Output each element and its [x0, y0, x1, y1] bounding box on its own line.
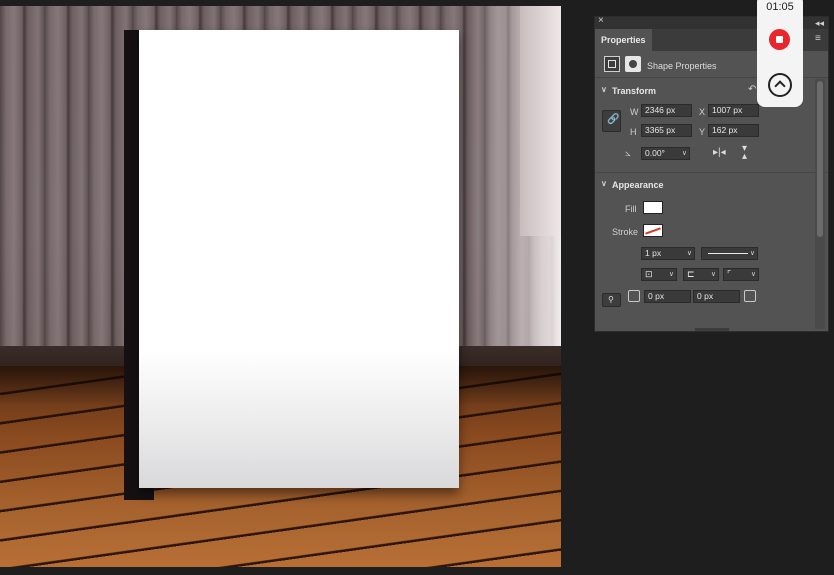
width-field[interactable]: 2346 px	[641, 104, 692, 117]
shape-bounds-icon[interactable]	[604, 56, 620, 72]
flip-horizontal-icon[interactable]: ▸|◂	[713, 147, 726, 158]
chevron-down-icon: ∨	[749, 250, 755, 257]
stroke-style-dropdown[interactable]: ∨	[701, 247, 758, 260]
shape-properties-label: Shape Properties	[647, 61, 717, 71]
stroke-align-dropdown[interactable]: ⊡ ∨	[641, 268, 677, 281]
angle-dropdown[interactable]: 0.00° ∨	[641, 147, 690, 160]
chevron-down-icon: ∨	[668, 271, 674, 278]
collapse-panels-icon[interactable]: ◂◂	[815, 18, 824, 29]
window-frame	[520, 6, 561, 236]
y-field[interactable]: 162 px	[708, 124, 759, 137]
angle-value: 0.00°	[645, 148, 665, 158]
link-dimensions-button[interactable]: 🔗	[602, 110, 621, 132]
stroke-style-line	[708, 253, 748, 254]
corner-radius-field-1[interactable]: 0 px	[644, 290, 691, 303]
stroke-width-dropdown[interactable]: 1 px ∨	[641, 247, 695, 260]
stroke-label: Stroke	[612, 227, 639, 237]
chevron-down-icon: ∨	[681, 150, 687, 157]
stroke-caps-dropdown[interactable]: ⊏ ∨	[683, 268, 719, 281]
corner-radius-field-2[interactable]: 0 px	[693, 290, 740, 303]
appearance-title: Appearance	[612, 180, 664, 190]
white-rectangle-shape[interactable]	[139, 30, 459, 488]
fill-label: Fill	[625, 204, 637, 214]
stroke-corners-dropdown[interactable]: ⌜ ∨	[723, 268, 759, 281]
section-divider	[595, 172, 828, 173]
chevron-down-icon: ∨	[601, 179, 607, 188]
screen-recorder-widget: 01:05	[757, 0, 803, 107]
chevron-down-icon: ∨	[601, 85, 607, 94]
stroke-align-icon: ⊡	[645, 269, 653, 279]
panel-scrollbar[interactable]	[815, 79, 825, 329]
w-label: W	[630, 107, 639, 117]
corner-radius-icon	[744, 290, 756, 302]
stop-recording-button[interactable]	[769, 29, 790, 50]
x-field[interactable]: 1007 px	[708, 104, 759, 117]
stroke-width-value: 1 px	[645, 248, 662, 258]
recording-timer: 01:05	[766, 1, 794, 13]
chevron-down-icon: ∨	[710, 271, 716, 278]
stroke-color-swatch[interactable]	[643, 224, 663, 237]
x-label: X	[699, 107, 706, 117]
h-label: H	[630, 127, 637, 137]
link-corners-button[interactable]: ⚲	[602, 293, 621, 307]
link-icon: 🔗	[607, 114, 620, 125]
panel-menu-icon[interactable]: ≡	[815, 33, 821, 44]
reset-icon[interactable]: ↶	[748, 84, 756, 95]
panel-resize-handle[interactable]	[695, 328, 729, 331]
appearance-section-header[interactable]: ∨ Appearance	[595, 179, 828, 193]
flip-vertical-icon[interactable]: ▾ ▴	[742, 144, 747, 162]
corner-radius-icon	[628, 290, 640, 302]
transform-title: Transform	[612, 86, 657, 96]
scrollbar-thumb[interactable]	[817, 81, 823, 237]
y-label: Y	[699, 127, 706, 137]
mask-icon[interactable]	[625, 56, 641, 72]
chevron-down-icon: ∨	[750, 271, 756, 278]
stroke-caps-icon: ⊏	[687, 269, 695, 279]
stroke-corners-icon: ⌜	[727, 269, 732, 279]
close-icon[interactable]: ×	[598, 15, 604, 26]
chevron-down-icon: ∨	[686, 250, 692, 257]
document-canvas[interactable]	[0, 6, 561, 567]
height-field[interactable]: 3365 px	[641, 124, 692, 137]
chevron-up-icon[interactable]	[768, 73, 792, 97]
link-icon: ⚲	[608, 295, 614, 304]
tab-properties[interactable]: Properties	[595, 29, 652, 51]
angle-icon: ⦣	[625, 148, 631, 159]
fill-color-swatch[interactable]	[643, 201, 663, 214]
